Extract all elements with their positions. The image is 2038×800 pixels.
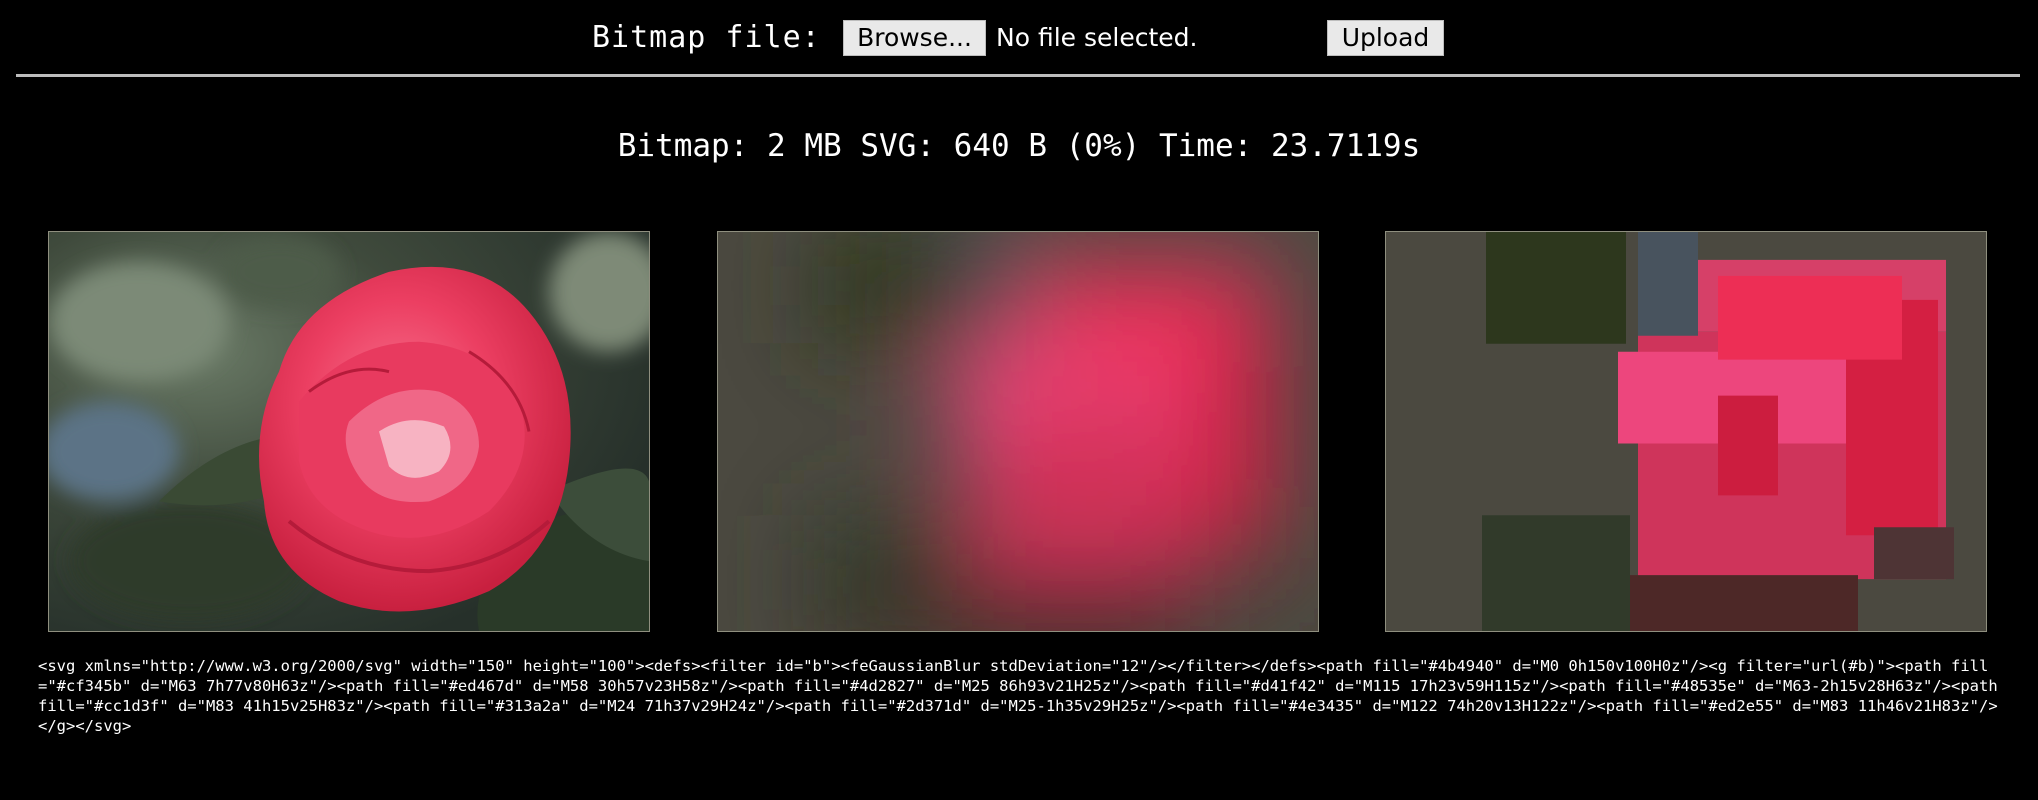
divider — [16, 74, 2020, 77]
file-status-text: No file selected. — [996, 23, 1198, 52]
svg-source-code: <svg xmlns="http://www.w3.org/2000/svg" … — [38, 657, 1998, 735]
upload-button[interactable]: Upload — [1327, 20, 1444, 56]
rectangles-svg-preview — [1385, 231, 1987, 632]
original-bitmap-image — [48, 231, 650, 632]
blurred-preview-graphic — [718, 232, 1318, 631]
browse-button[interactable]: Browse... — [843, 20, 986, 56]
blurred-svg-preview — [717, 231, 1319, 632]
rectangles-preview-graphic — [1386, 232, 1986, 631]
camellia-photo — [49, 232, 649, 631]
stats-line: Bitmap: 2 MB SVG: 640 B (0%) Time: 23.71… — [617, 128, 1421, 164]
upload-form: Bitmap file: Browse... No file selected.… — [0, 18, 2038, 58]
bitmap-file-label: Bitmap file: — [592, 20, 821, 55]
